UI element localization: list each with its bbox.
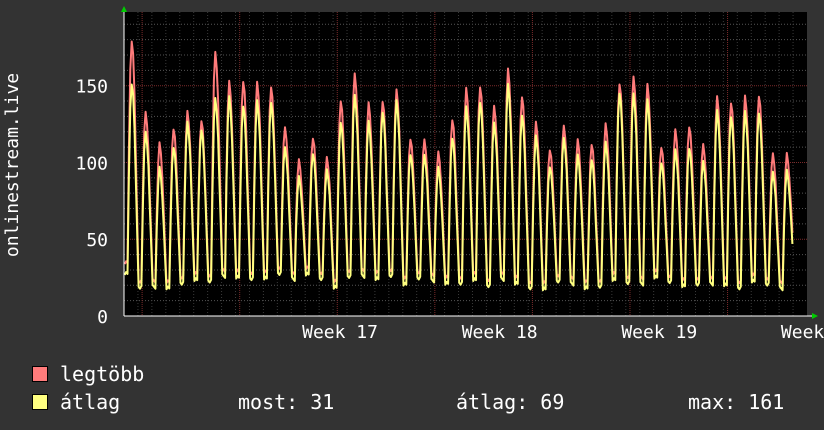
x-tick-label: Week 18 [462,322,538,343]
y-axis-arrow-icon [121,6,127,12]
x-tick-label: Week 19 [621,322,697,343]
x-tick-label: Week 20 [781,322,824,343]
legend-item-atlag: átlag [32,390,192,414]
y-tick-label: 50 [86,230,108,251]
x-tick-labels: Week 17 Week 18 Week 19 Week 20 [302,322,824,343]
x-axis-arrow-icon [812,313,818,319]
stat-atlag: átlag: 69 [456,390,565,414]
legend-label: átlag [60,390,121,414]
stat-most: most: 31 [238,390,335,414]
legend-label: legtöbb [60,362,145,386]
legend-item-legtobb: legtöbb [32,362,192,386]
y-tick-label: 150 [75,77,108,98]
y-tick-label: 0 [97,307,108,328]
legend-swatch-legtobb [32,366,48,382]
x-tick-label: Week 17 [302,322,378,343]
chart: 0 50 100 150 Week 17 Week 18 Week 19 Week 20 o… [2,6,824,343]
legend-swatch-atlag [32,394,48,410]
y-tick-label: 100 [75,153,108,174]
y-axis-label: onlinestream.live [2,73,23,257]
y-tick-labels: 0 50 100 150 [75,77,108,328]
stat-max: max: 161 [688,390,785,414]
